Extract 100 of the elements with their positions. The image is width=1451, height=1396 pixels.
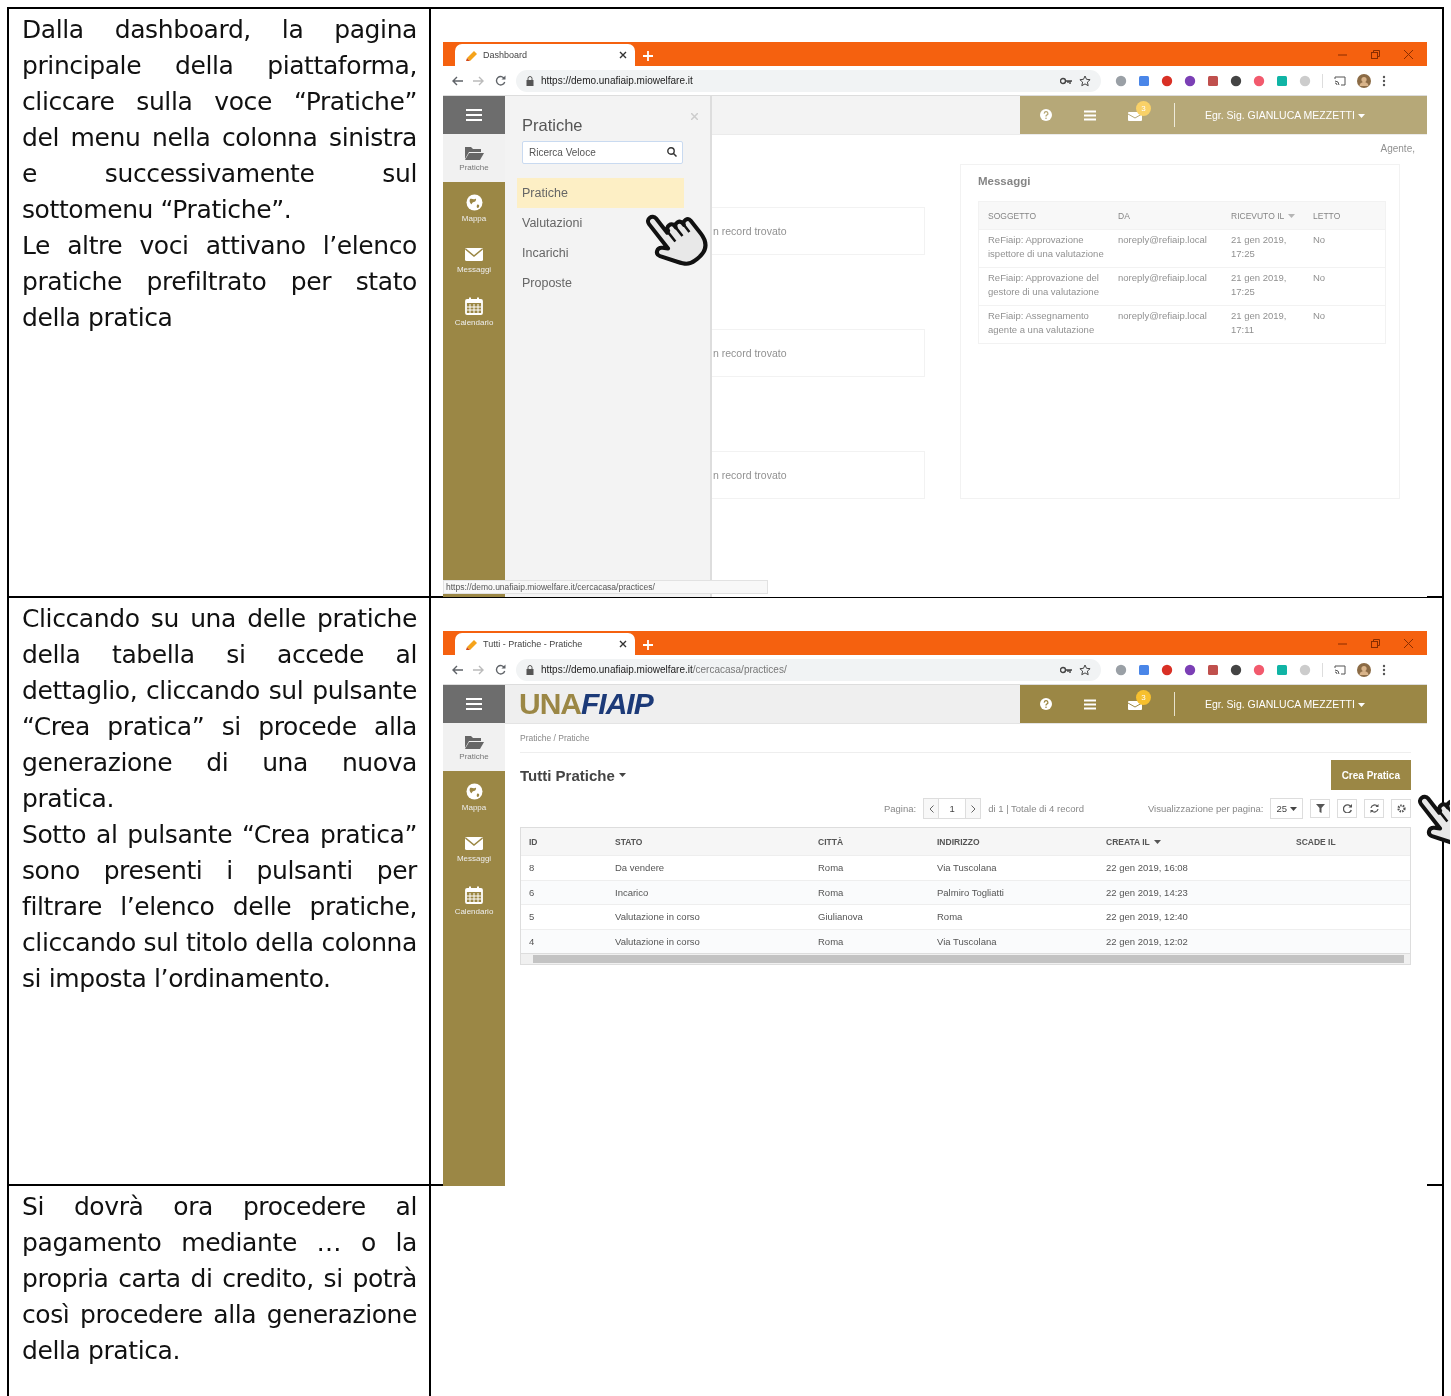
reload-button[interactable] <box>1337 799 1357 818</box>
notification-badge: 3 <box>1136 100 1151 116</box>
globe-icon <box>465 782 483 800</box>
cast-icon <box>1334 75 1346 86</box>
column-header[interactable]: RICEVUTO IL <box>1222 202 1304 229</box>
browser-tab[interactable]: Dashboard <box>455 44 635 66</box>
table-cell-text: 4 <box>528 935 536 947</box>
sidebar-item[interactable]: Messaggi <box>443 234 505 286</box>
sync-icon <box>1369 804 1379 813</box>
cast-icon <box>1334 664 1346 675</box>
url-field[interactable]: https://demo.unafiaip.miowelfare.it/cercacasa/practices/ <box>516 658 1101 681</box>
scrollbar[interactable] <box>521 953 1410 964</box>
sidebar-item[interactable]: Mappa <box>443 182 505 234</box>
filter-icon <box>1315 804 1325 813</box>
column-header[interactable]: INDIRIZZO <box>929 836 1098 847</box>
column-header[interactable]: CITTÀ <box>810 836 929 847</box>
table-cell-text: Valutazione in corso <box>614 935 701 947</box>
filter-button[interactable] <box>1310 799 1330 818</box>
table-cell: ReFiaip: Approvazione ispettore di una valutazione <box>979 229 1109 267</box>
column-header[interactable]: STATO <box>607 836 810 847</box>
plus-icon <box>643 640 653 650</box>
more-icon <box>1382 663 1386 676</box>
more-icon <box>1382 74 1386 87</box>
per-page-label: Visualizzazione per pagina: <box>1147 803 1264 814</box>
avatar-icon <box>1357 662 1371 677</box>
column-header[interactable]: SOGGETTO <box>979 202 1109 229</box>
lock-icon <box>526 75 534 86</box>
url-field[interactable]: https://demo.unafiaip.miowelfare.it <box>516 69 1101 92</box>
search-field[interactable]: Ricerca Veloce <box>522 141 683 164</box>
close-icon <box>691 113 698 120</box>
page-title[interactable]: Tutti Pratiche <box>520 766 626 784</box>
menu-item[interactable]: Pratiche <box>517 178 684 208</box>
instruction-paragraph: Dalla dashboard, la pagina principale della piattaforma, cliccare sulla voce “Pratiche” del menu nella colonna sinistra e successivamente sul sottomenu “Pratiche”. <box>22 14 417 226</box>
calendar-icon <box>465 297 483 315</box>
envelope-icon <box>464 246 484 262</box>
table-cell-text: Da vendere <box>614 862 666 874</box>
reload-icon <box>1342 804 1352 813</box>
table-cell-text: Via Tuscolana <box>936 935 998 947</box>
sidebar-item[interactable]: Calendario <box>443 286 505 338</box>
caret-icon <box>1357 703 1365 708</box>
pencil-icon <box>465 638 477 650</box>
user-menu[interactable]: Egr. Sig. GIANLUCA MEZZETTI <box>1205 698 1365 710</box>
menu-button[interactable] <box>443 685 505 723</box>
instruction-paragraph: Cliccando su una delle pratiche della tabella si accede al dettaglio, cliccando sul pulsante “Crea pratica” si procede alla generazione di una nuova pratica. <box>22 603 417 815</box>
table-cell: No <box>1304 305 1385 343</box>
column-header[interactable]: DA <box>1109 202 1222 229</box>
extension-icon <box>1184 663 1196 676</box>
sidebar-item[interactable]: Pratiche <box>443 723 505 771</box>
table-cell: No <box>1304 267 1385 305</box>
star-icon <box>1079 74 1091 87</box>
close-icon <box>1404 638 1413 648</box>
sidebar-item[interactable]: Calendario <box>443 875 505 927</box>
settings-button[interactable] <box>1391 799 1411 818</box>
sync-button[interactable] <box>1364 799 1384 818</box>
table-cell-text: 22 gen 2019, 12:02 <box>1105 935 1189 947</box>
extension-icon <box>1230 663 1242 676</box>
back-icon <box>451 664 463 675</box>
extension-icon <box>1299 74 1311 87</box>
menu-title: Pratiche <box>522 116 583 135</box>
chevron-left-icon <box>928 804 934 813</box>
column-header[interactable]: CREATA IL <box>1098 836 1288 847</box>
column-header[interactable]: SCADE IL <box>1288 836 1410 847</box>
instruction-paragraph: Si dovrà ora procedere al pagamento mediante … o la propria carta di credito, si potrà così procedere alla generazione della pratica. <box>22 1191 417 1367</box>
back-icon <box>451 75 463 86</box>
table-cell: No <box>1304 229 1385 267</box>
sidebar-item[interactable]: Pratiche <box>443 134 505 182</box>
menu-icon <box>466 698 482 710</box>
table-cell-text: 8 <box>528 862 536 874</box>
calendar-icon <box>465 886 483 904</box>
chevron-right-icon <box>970 804 976 813</box>
extension-icon <box>1207 74 1219 87</box>
folder-icon <box>464 733 484 749</box>
star-icon <box>1079 663 1091 676</box>
table-cell-text: Roma <box>817 886 845 898</box>
notification-badge: 3 <box>1136 689 1151 705</box>
page-field[interactable]: 1 <box>938 799 967 818</box>
browser-tab[interactable]: Tutti - Pratiche - Pratiche <box>455 633 635 655</box>
extension-icon <box>1138 74 1150 87</box>
pager-label: Pagina: <box>883 803 917 814</box>
column-header[interactable]: LETTO <box>1304 202 1385 229</box>
create-button[interactable]: Crea Pratica <box>1330 760 1411 790</box>
sidebar-item[interactable]: Messaggi <box>443 823 505 875</box>
avatar-icon <box>1357 73 1371 88</box>
help-icon <box>1040 109 1052 121</box>
extension-icon <box>1276 663 1288 676</box>
pager-summary: di 1 | Totale di 4 record <box>988 803 1084 814</box>
column-header[interactable]: ID <box>521 836 607 847</box>
extension-icon <box>1138 663 1150 676</box>
reload-icon <box>495 664 506 675</box>
breadcrumb: Pratiche / Pratiche <box>520 733 590 743</box>
lock-icon <box>526 664 534 675</box>
menu-button[interactable] <box>443 96 505 134</box>
plus-icon <box>643 51 653 61</box>
extension-icon <box>1161 74 1173 87</box>
list-icon <box>1084 698 1096 710</box>
menu-item[interactable]: Proposte <box>517 268 684 298</box>
sidebar-item[interactable]: Mappa <box>443 771 505 823</box>
menu-icon <box>466 109 482 121</box>
status-url: https://demo.unafiaip.miowelfare.it/cercacasa/practices/ <box>443 580 768 594</box>
per-page-select[interactable]: 25 <box>1270 798 1303 819</box>
